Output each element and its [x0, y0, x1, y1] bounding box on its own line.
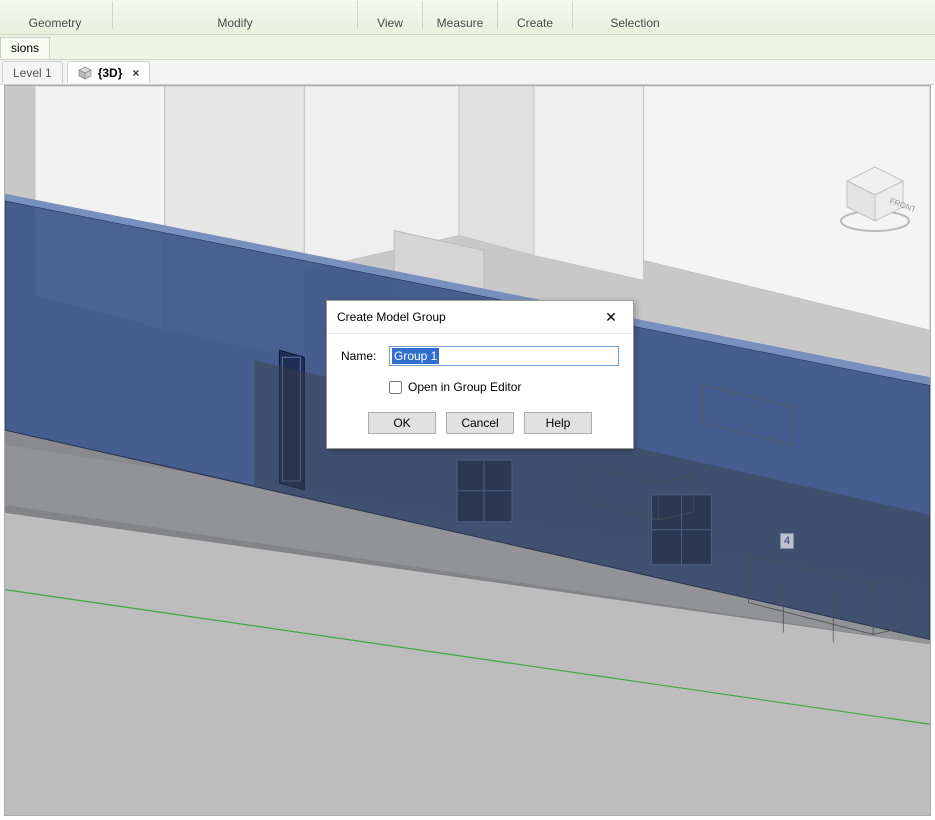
view-tab-3d[interactable]: {3D} × [67, 61, 151, 83]
options-tab[interactable]: sions [0, 37, 50, 58]
cancel-button[interactable]: Cancel [446, 412, 514, 434]
model-scene [5, 86, 930, 815]
viewport-3d[interactable]: FRONT 4 [4, 85, 931, 816]
ribbon-group-modify[interactable]: Modify [115, 16, 355, 30]
ribbon-group-view[interactable]: View [360, 16, 420, 30]
level-marker[interactable]: 4 [780, 533, 794, 549]
close-icon[interactable]: ✕ [597, 307, 625, 327]
ribbon-separator [112, 1, 113, 29]
create-model-group-dialog: Create Model Group ✕ Name: Group 1 Open … [326, 300, 634, 449]
view-tab-level1[interactable]: Level 1 [2, 61, 63, 83]
view-tab-label: Level 1 [13, 66, 52, 80]
ribbon-group-create[interactable]: Create [500, 16, 570, 30]
ribbon-group-measure[interactable]: Measure [425, 16, 495, 30]
ribbon-separator [422, 1, 423, 29]
name-input[interactable]: Group 1 [389, 346, 619, 366]
name-label: Name: [341, 349, 389, 363]
ok-button[interactable]: OK [368, 412, 436, 434]
ribbon-separator [572, 1, 573, 29]
ribbon: Geometry Modify View Measure Create Sele… [0, 0, 935, 35]
dialog-titlebar[interactable]: Create Model Group ✕ [327, 301, 633, 334]
ribbon-separator [497, 1, 498, 29]
close-icon[interactable]: × [132, 66, 139, 80]
view-tab-strip: Level 1 {3D} × [0, 60, 935, 85]
viewcube[interactable]: FRONT [835, 161, 915, 241]
checkbox-input[interactable] [389, 381, 402, 394]
dialog-title: Create Model Group [337, 310, 446, 324]
view-tab-label: {3D} [98, 66, 123, 80]
open-in-group-editor-checkbox[interactable]: Open in Group Editor [389, 380, 619, 394]
ribbon-group-selection[interactable]: Selection [585, 16, 685, 30]
ribbon-group-geometry[interactable]: Geometry [0, 16, 110, 30]
name-input-value: Group 1 [392, 348, 439, 364]
checkbox-label: Open in Group Editor [408, 380, 521, 394]
options-bar: sions [0, 35, 935, 60]
cube-icon [78, 66, 92, 80]
help-button[interactable]: Help [524, 412, 592, 434]
ribbon-separator [357, 1, 358, 29]
